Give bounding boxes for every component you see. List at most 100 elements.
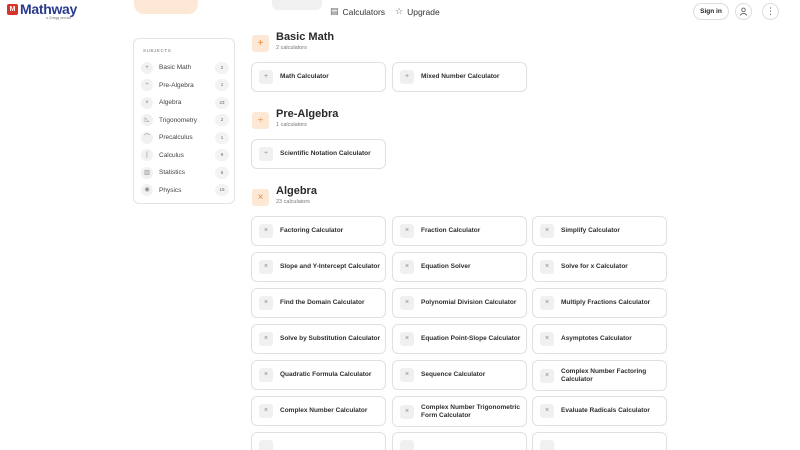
calculator-card[interactable]: × Sequence Calculator bbox=[392, 360, 527, 390]
calculator-card[interactable]: + Mixed Number Calculator bbox=[392, 62, 527, 92]
subject-icon: ◺ bbox=[141, 114, 153, 126]
sidebar-item-label: Basic Math bbox=[159, 64, 192, 71]
sidebar-item-trigonometry[interactable]: ◺ Trigonometry 2 bbox=[141, 113, 229, 128]
sidebar-item-pre-algebra[interactable]: ÷ Pre-Algebra 1 bbox=[141, 78, 229, 93]
calculator-card-label: Complex Number Factoring Calculator bbox=[561, 367, 647, 383]
calculator-card[interactable]: × Equation Solver bbox=[392, 252, 527, 282]
calculator-card[interactable]: × Complex Number Factoring Calculator bbox=[532, 360, 667, 391]
calculator-card[interactable]: × Solve for x Calculator bbox=[532, 252, 667, 282]
calculator-card[interactable]: × Simplify Calculator bbox=[532, 216, 667, 246]
section-algebra-icon: × bbox=[252, 189, 269, 206]
calculator-type-icon bbox=[400, 440, 414, 450]
star-icon: ☆ bbox=[395, 6, 404, 16]
logo-wordmark: Mathway bbox=[20, 1, 78, 17]
calculator-card[interactable]: × Solve by Substitution Calculator bbox=[251, 324, 386, 354]
calculator-card[interactable]: × Slope and Y-Intercept Calculator bbox=[251, 252, 386, 282]
sidebar-item-statistics[interactable]: ▥ Statistics 6 bbox=[141, 165, 229, 180]
calculator-card-label: Evaluate Radicals Calculator bbox=[561, 407, 650, 414]
calculator-card[interactable]: × Quadratic Formula Calculator bbox=[251, 360, 386, 390]
calculator-card[interactable]: × Complex Number Trigonometric Form Calcu… bbox=[392, 396, 527, 427]
calculator-type-icon: × bbox=[400, 404, 414, 419]
calculator-card[interactable]: ÷ Scientific Notation Calculator bbox=[251, 139, 386, 169]
section-basic-math-count: 2 calculators bbox=[276, 45, 307, 51]
calculator-type-icon: ÷ bbox=[259, 147, 273, 161]
calculator-icon: ▤ bbox=[330, 6, 339, 16]
sidebar-item-label: Physics bbox=[159, 186, 182, 194]
calculator-card-label: Slope and Y-Intercept Calculator bbox=[280, 263, 380, 270]
calculator-card[interactable]: × Asymptotes Calculator bbox=[532, 324, 667, 354]
section-basic-math-title: Basic Math bbox=[276, 31, 335, 43]
header-ghost-tab bbox=[272, 0, 322, 10]
calculator-card[interactable]: × Multiply Fractions Calculator bbox=[532, 288, 667, 318]
calculator-card-label: Asymptotes Calculator bbox=[561, 335, 632, 342]
sidebar-item-label: Calculus bbox=[159, 151, 184, 159]
calculator-card-label: Factoring Calculator bbox=[280, 227, 344, 234]
calculator-card[interactable] bbox=[392, 432, 527, 450]
calculator-card-label: Polynomial Division Calculator bbox=[421, 299, 517, 306]
sidebar-item-label: Algebra bbox=[159, 99, 182, 106]
nav-upgrade-label: Upgrade bbox=[407, 6, 440, 17]
calculator-type-icon: + bbox=[259, 70, 273, 84]
calculator-type-icon: × bbox=[540, 404, 554, 418]
sidebar-item-basic-math[interactable]: + Basic Math 2 bbox=[141, 60, 229, 75]
section-basic-math-icon: + bbox=[252, 35, 269, 52]
calculator-card-label: Find the Domain Calculator bbox=[280, 299, 365, 306]
sidebar-item-count: 15 bbox=[215, 184, 229, 196]
subject-icon: ▥ bbox=[141, 166, 153, 179]
nav-calculators[interactable]: ▤ Calculators bbox=[330, 6, 385, 17]
sidebar-item-label: Trigonometry bbox=[159, 116, 198, 124]
sign-in-button[interactable]: Sign in bbox=[693, 3, 729, 20]
sidebar-item-label: Pre-Algebra bbox=[159, 81, 194, 89]
calculator-card[interactable]: × Find the Domain Calculator bbox=[251, 288, 386, 318]
calculator-type-icon: × bbox=[540, 260, 554, 274]
nav-upgrade[interactable]: ☆ Upgrade bbox=[395, 6, 440, 17]
calculator-type-icon: + bbox=[400, 70, 414, 84]
calculator-card-label: Equation Point-Slope Calculator bbox=[421, 335, 521, 342]
sidebar-item-count: 1 bbox=[215, 131, 229, 144]
calculator-type-icon: × bbox=[540, 332, 554, 346]
more-options-icon[interactable]: ⋮ bbox=[762, 3, 779, 20]
calculator-card-label: Fraction Calculator bbox=[421, 227, 481, 234]
sidebar-item-algebra[interactable]: × Algebra 23 bbox=[141, 95, 229, 110]
top-header: M Mathway a Chegg service ▤ Calculators … bbox=[0, 0, 800, 24]
section-pre-algebra-title: Pre-Algebra bbox=[276, 108, 339, 120]
calculator-card[interactable] bbox=[251, 432, 386, 450]
sidebar-item-physics[interactable]: ◉ Physics 15 bbox=[141, 183, 229, 198]
sidebar-item-count: 2 bbox=[215, 114, 229, 126]
calculator-card[interactable]: × Polynomial Division Calculator bbox=[392, 288, 527, 318]
calculator-card[interactable]: × Complex Number Calculator bbox=[251, 396, 386, 426]
calculator-type-icon: × bbox=[259, 224, 273, 238]
sidebar-item-count: 23 bbox=[215, 96, 229, 109]
section-algebra-count: 23 calculators bbox=[276, 199, 310, 205]
calculator-type-icon: × bbox=[259, 332, 273, 346]
calculator-type-icon bbox=[259, 440, 273, 450]
sidebar-title: SUBJECTS bbox=[143, 48, 172, 53]
calculator-card-label: Multiply Fractions Calculator bbox=[561, 299, 651, 306]
calculator-card[interactable] bbox=[532, 432, 667, 450]
section-pre-algebra-count: 1 calculators bbox=[276, 122, 307, 128]
calculator-card[interactable]: × Evaluate Radicals Calculator bbox=[532, 396, 667, 426]
sidebar-item-precalculus[interactable]: ⌒ Precalculus 1 bbox=[141, 130, 229, 145]
sidebar-item-count: 6 bbox=[215, 166, 229, 179]
calculator-card-label: Equation Solver bbox=[421, 263, 471, 270]
header-accent-tab bbox=[134, 0, 198, 14]
sidebar-item-calculus[interactable]: ∫ Calculus 9 bbox=[141, 148, 229, 163]
user-avatar-icon[interactable] bbox=[735, 3, 752, 20]
mathway-logo[interactable]: M Mathway a Chegg service bbox=[7, 2, 77, 20]
calculator-card-label: Solve by Substitution Calculator bbox=[280, 335, 381, 342]
calculator-card[interactable]: + Math Calculator bbox=[251, 62, 386, 92]
calculator-type-icon: × bbox=[259, 368, 273, 382]
sidebar-item-count: 9 bbox=[215, 149, 229, 161]
calculator-card-label: Scientific Notation Calculator bbox=[280, 150, 371, 157]
subject-icon: ÷ bbox=[141, 79, 153, 91]
sidebar-item-label: Statistics bbox=[159, 169, 186, 176]
calculator-type-icon: × bbox=[540, 296, 554, 310]
calculator-card[interactable]: × Factoring Calculator bbox=[251, 216, 386, 246]
subject-icon: + bbox=[141, 61, 153, 74]
calculator-card[interactable]: × Equation Point-Slope Calculator bbox=[392, 324, 527, 354]
calculator-type-icon: × bbox=[540, 224, 554, 238]
subject-icon: × bbox=[141, 96, 153, 109]
calculator-card-label: Complex Number Trigonometric Form Calcul… bbox=[421, 403, 520, 419]
calculator-card-label: Mixed Number Calculator bbox=[421, 73, 500, 80]
calculator-card[interactable]: × Fraction Calculator bbox=[392, 216, 527, 246]
